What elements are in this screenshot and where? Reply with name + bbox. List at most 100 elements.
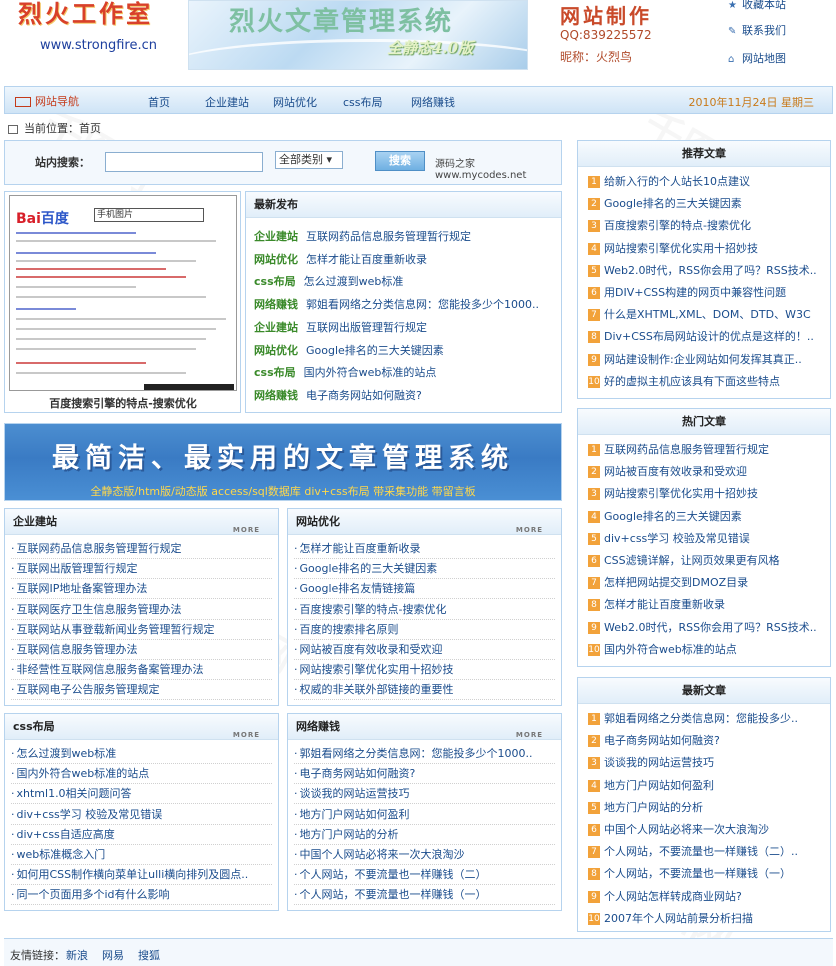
sidebar-list-item[interactable]: 10 好的虚拟主机应该具有下面这些特点 <box>588 371 824 393</box>
latest-release-item[interactable]: 网站优化 Google排名的三大关键因素 <box>254 342 444 358</box>
category-list-item[interactable]: 互联网IP地址备案管理办法 <box>11 579 272 600</box>
category-select[interactable]: 全部类别 ▾ <box>275 151 343 169</box>
sidebar-list-item[interactable]: 1 给新入行的个人站长10点建议 <box>588 171 824 193</box>
category-list-item[interactable]: 互联网医疗卫生信息服务管理办法 <box>11 600 272 620</box>
sidebar-list-item[interactable]: 6 中国个人网站必将来一次大浪淘沙 <box>588 819 824 841</box>
category-list-item[interactable]: 互联网信息服务管理办法 <box>11 640 272 660</box>
category-list-item[interactable]: 谈谈我的网站运营技巧 <box>294 784 555 805</box>
category-list-item[interactable]: Google排名的三大关键因素 <box>294 559 555 580</box>
category-list-item[interactable]: 互联网药品信息服务管理暂行规定 <box>11 539 272 559</box>
sidebar-list-item[interactable]: 4 地方门户网站如何盈利 <box>588 775 824 797</box>
category-list-item[interactable]: 如何用CSS制作横向菜单让ulli横向排列及圆点.. <box>11 865 272 886</box>
latest-release-category[interactable]: 企业建站 <box>254 230 298 243</box>
latest-release-link[interactable]: 怎样才能让百度重新收录 <box>306 253 427 266</box>
category-list-item[interactable]: web标准概念入门 <box>11 845 272 865</box>
nav-item-enterprise[interactable]: 企业建站 <box>205 94 249 110</box>
sidebar-list-item[interactable]: 2 Google排名的三大关键因素 <box>588 193 824 215</box>
category-list-item[interactable]: 网站被百度有效收录和受欢迎 <box>294 640 555 660</box>
category-list-item[interactable]: 个人网站，不要流量也一样赚钱（一） <box>294 885 555 906</box>
sidebar-list-item[interactable]: 1 互联网药品信息服务管理暂行规定 <box>588 439 824 461</box>
sidebar-list-item[interactable]: 5 Web2.0时代，RSS你会用了吗？RSS技术.. <box>588 260 824 282</box>
category-list-item[interactable]: 怎样才能让百度重新收录 <box>294 539 555 559</box>
search-input[interactable] <box>105 152 263 172</box>
sidebar-list-item[interactable]: 10 2007年个人网站前景分析扫描 <box>588 908 824 930</box>
latest-release-category[interactable]: 网络赚钱 <box>254 298 298 311</box>
sidebar-list-item[interactable]: 5 地方门户网站的分析 <box>588 797 824 819</box>
sidebar-list-item[interactable]: 9 Web2.0时代，RSS你会用了吗？RSS技术.. <box>588 617 824 639</box>
category-list-item[interactable]: 国内外符合web标准的站点 <box>11 764 272 785</box>
sidebar-list-item[interactable]: 1 郭姐看网络之分类信息网：您能投多少.. <box>588 708 824 730</box>
sidebar-list-item[interactable]: 4 网站搜索引擎优化实用十招妙技 <box>588 238 824 260</box>
category-list-item[interactable]: 怎么过渡到web标准 <box>11 744 272 764</box>
category-list-item[interactable]: xhtml1.0相关问题问答 <box>11 784 272 805</box>
image-caption[interactable]: 百度搜索引擎的特点-搜索优化 <box>5 395 241 411</box>
sidebar-list-item[interactable]: 3 百度搜索引擎的特点-搜索优化 <box>588 215 824 237</box>
sidebar-list-item[interactable]: 4 Google排名的三大关键因素 <box>588 506 824 528</box>
category-list-item[interactable]: 电子商务网站如何融资? <box>294 764 555 785</box>
latest-release-category[interactable]: 网站优化 <box>254 344 298 357</box>
category-list-item[interactable]: 个人网站，不要流量也一样赚钱（二） <box>294 865 555 886</box>
category-list-item[interactable]: 互联网站从事登载新闻业务管理暂行规定 <box>11 620 272 640</box>
sitemap-link[interactable]: ⌂ 网站地图 <box>728 50 786 66</box>
latest-release-category[interactable]: css布局 <box>254 275 296 288</box>
friend-link-sina[interactable]: 新浪 <box>66 947 88 963</box>
sidebar-list-item[interactable]: 8 Div+CSS布局网站设计的优点是这样的！.. <box>588 326 824 348</box>
sidebar-list-item[interactable]: 7 怎样把网站提交到DMOZ目录 <box>588 572 824 594</box>
sidebar-list-item[interactable]: 6 CSS滤镜详解，让网页效果更有风格 <box>588 550 824 572</box>
latest-release-link[interactable]: 互联网药品信息服务管理暂行规定 <box>306 230 471 243</box>
latest-release-category[interactable]: 网站优化 <box>254 253 298 266</box>
sidebar-list-item[interactable]: 9 网站建设制作:企业网站如何发挥其真正.. <box>588 349 824 371</box>
latest-release-link[interactable]: 怎么过渡到web标准 <box>304 275 404 288</box>
category-list-item[interactable]: 互联网出版管理暂行规定 <box>11 559 272 580</box>
sidebar-list-item[interactable]: 2 网站被百度有效收录和受欢迎 <box>588 461 824 483</box>
nav-item-seo[interactable]: 网站优化 <box>273 94 317 110</box>
sidebar-list-item[interactable]: 10 国内外符合web标准的站点 <box>588 639 824 661</box>
sidebar-list-item[interactable]: 5 div+css学习 校验及常见错误 <box>588 528 824 550</box>
category-list-item[interactable]: 中国个人网站必将来一次大浪淘沙 <box>294 845 555 865</box>
latest-release-item[interactable]: 企业建站 互联网药品信息服务管理暂行规定 <box>254 228 471 244</box>
category-list-item[interactable]: 百度的搜索排名原则 <box>294 620 555 640</box>
sidebar-list-item[interactable]: 8 个人网站，不要流量也一样赚钱（一） <box>588 863 824 885</box>
category-list-item[interactable]: 地方门户网站的分析 <box>294 825 555 845</box>
sidebar-list-item[interactable]: 7 个人网站，不要流量也一样赚钱（二）.. <box>588 841 824 863</box>
latest-release-item[interactable]: 企业建站 互联网出版管理暂行规定 <box>254 319 427 335</box>
latest-release-link[interactable]: 互联网出版管理暂行规定 <box>306 321 427 334</box>
nav-item-earn[interactable]: 网络赚钱 <box>411 94 455 110</box>
latest-release-link[interactable]: 电子商务网站如何融资? <box>306 389 422 402</box>
friend-link-sohu[interactable]: 搜狐 <box>138 947 160 963</box>
category-list-item[interactable]: 网站搜索引擎优化实用十招妙技 <box>294 660 555 681</box>
nav-item-home[interactable]: 首页 <box>148 94 170 110</box>
sidebar-list-item[interactable]: 9 个人网站怎样转成商业网站? <box>588 886 824 908</box>
latest-release-item[interactable]: 网络赚钱 电子商务网站如何融资? <box>254 387 422 403</box>
nav-item-css[interactable]: css布局 <box>343 94 383 110</box>
latest-release-link[interactable]: 国内外符合web标准的站点 <box>304 366 437 379</box>
latest-release-category[interactable]: 网络赚钱 <box>254 389 298 402</box>
category-list-item[interactable]: Google排名友情链接篇 <box>294 579 555 600</box>
category-list-item[interactable]: 互联网电子公告服务管理规定 <box>11 680 272 701</box>
sidebar-list-item[interactable]: 6 用DIV+CSS构建的网页中兼容性问题 <box>588 282 824 304</box>
latest-release-item[interactable]: css布局 怎么过渡到web标准 <box>254 273 403 289</box>
sidebar-list-item[interactable]: 2 电子商务网站如何融资? <box>588 730 824 752</box>
sidebar-list-item[interactable]: 7 什么是XHTML,XML、DOM、DTD、W3C <box>588 304 824 326</box>
category-list-item[interactable]: 非经营性互联网信息服务备案管理办法 <box>11 660 272 681</box>
category-list-item[interactable]: 郭姐看网络之分类信息网：您能投多少个1000.. <box>294 744 555 764</box>
category-list-item[interactable]: 同一个页面用多个id有什么影响 <box>11 885 272 906</box>
news-thumbnail[interactable]: Bai百度 手机图片 <box>9 195 237 391</box>
contact-link[interactable]: ✎ 联系我们 <box>728 22 786 38</box>
category-list-item[interactable]: div+css自适应高度 <box>11 825 272 845</box>
category-list-item[interactable]: 地方门户网站如何盈利 <box>294 805 555 825</box>
bookmark-link[interactable]: ★ 收藏本站 <box>728 0 786 12</box>
latest-release-link[interactable]: Google排名的三大关键因素 <box>306 344 444 357</box>
sidebar-list-item[interactable]: 3 网站搜索引擎优化实用十招妙技 <box>588 483 824 505</box>
friend-link-163[interactable]: 网易 <box>102 947 124 963</box>
latest-release-category[interactable]: 企业建站 <box>254 321 298 334</box>
category-list-item[interactable]: 权威的非关联外部链接的重要性 <box>294 680 555 701</box>
sidebar-list-item[interactable]: 3 谈谈我的网站运营技巧 <box>588 752 824 774</box>
sidebar-list-item[interactable]: 8 怎样才能让百度重新收录 <box>588 594 824 616</box>
category-list-item[interactable]: 百度搜索引擎的特点-搜索优化 <box>294 600 555 620</box>
latest-release-item[interactable]: 网络赚钱 郭姐看网络之分类信息网：您能投多少个1000.. <box>254 296 539 312</box>
latest-release-category[interactable]: css布局 <box>254 366 296 379</box>
category-list-item[interactable]: div+css学习 校验及常见错误 <box>11 805 272 825</box>
latest-release-item[interactable]: 网站优化 怎样才能让百度重新收录 <box>254 251 427 267</box>
latest-release-link[interactable]: 郭姐看网络之分类信息网：您能投多少个1000.. <box>306 298 539 311</box>
